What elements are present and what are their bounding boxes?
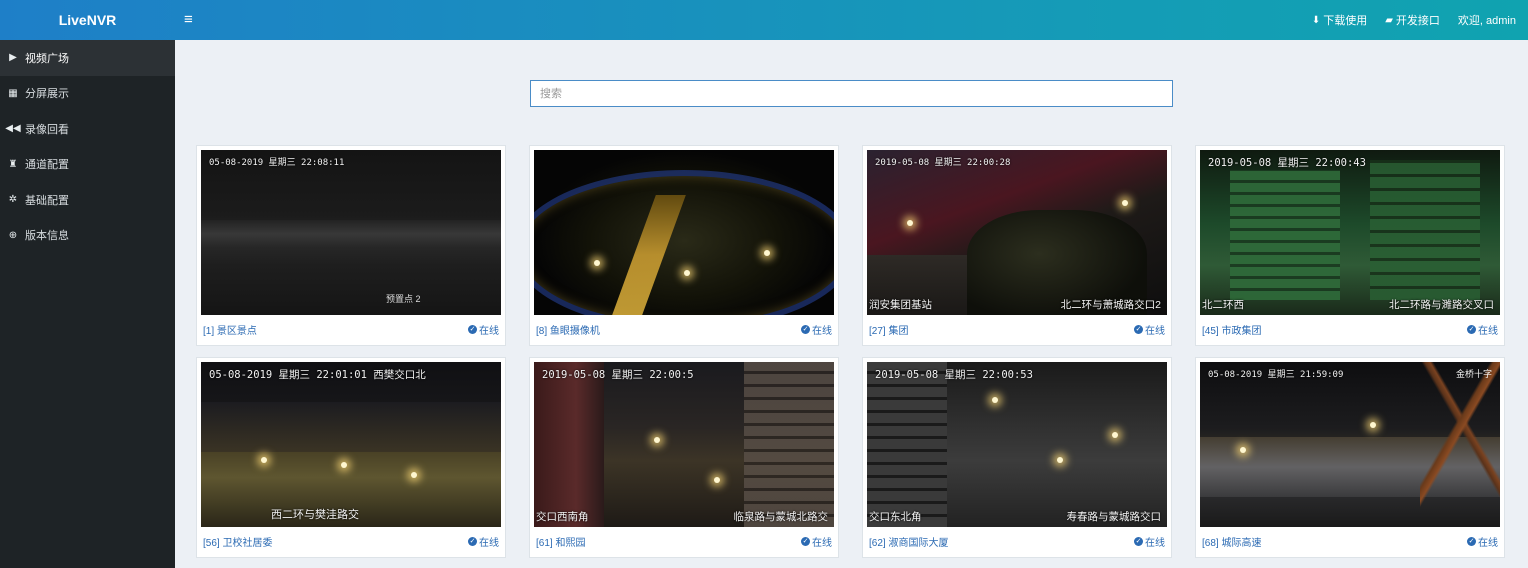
camera-card[interactable]: 2019-05-08 星期三 22:00:5 交口西南角 临泉路与蒙城北路交 [… <box>529 357 839 558</box>
status-badge: ✓ 在线 <box>801 322 832 337</box>
app-logo[interactable]: LiveNVR <box>0 0 175 40</box>
top-right-nav: ⬇ 下载使用 ▰ 开发接口 欢迎, admin <box>1312 0 1516 40</box>
camera-name[interactable]: [62] 淑商国际大厦 <box>869 534 948 549</box>
osd-location-right: 北二环路与濉路交叉口 <box>1389 299 1494 311</box>
video-thumbnail[interactable]: 2019-05-08 星期三 22:00:53 交口东北角 寿春路与蒙城路交口 <box>867 362 1167 527</box>
osd-location-left: 交口东北角 <box>869 511 922 523</box>
status-badge: ✓ 在线 <box>1467 322 1498 337</box>
user-menu[interactable]: 欢迎, admin <box>1458 12 1516 28</box>
status-label: 在线 <box>1145 537 1165 549</box>
osd-location-left: 北二环西 <box>1202 299 1244 311</box>
sidebar-item-split-screen[interactable]: ▦ 分屏展示 <box>0 76 175 112</box>
video-thumbnail[interactable]: 2019-05-08 星期三 22:00:43 北二环西 北二环路与濉路交叉口 <box>1200 150 1500 315</box>
book-icon: ▰ <box>1385 14 1393 26</box>
sidebar-item-basic-config[interactable]: ✲ 基础配置 <box>0 182 175 218</box>
osd-timestamp: 2019-05-08 星期三 22:00:53 <box>875 369 1033 381</box>
sidebar-item-label: 基础配置 <box>25 194 69 207</box>
status-badge: ✓ 在线 <box>468 534 499 549</box>
sidebar-item-video-square[interactable]: ▶ 视频广场 <box>0 40 175 76</box>
sidebar-item-label: 视频广场 <box>25 52 69 65</box>
sitemap-icon: ♜ <box>8 158 18 170</box>
osd-preset: 预置点 2 <box>386 294 421 304</box>
osd-timestamp: 05-08-2019 星期三 22:01:01 西樊交口北 <box>209 369 426 381</box>
rewind-icon: ◀◀ <box>5 123 21 135</box>
camera-name[interactable]: [45] 市政集团 <box>1202 322 1261 337</box>
osd-location-right: 北二环与萧城路交口2 <box>1060 299 1161 311</box>
osd-location-right: 临泉路与蒙城北路交 <box>733 511 829 523</box>
check-circle-icon: ✓ <box>1134 536 1143 546</box>
status-label: 在线 <box>1478 325 1498 337</box>
status-label: 在线 <box>1145 325 1165 337</box>
check-circle-icon: ✓ <box>1467 536 1476 546</box>
download-icon: ⬇ <box>1311 14 1321 26</box>
osd-location-bottom: 西二环与樊洼路交 <box>271 509 359 521</box>
status-label: 在线 <box>1478 537 1498 549</box>
check-circle-icon: ✓ <box>468 536 477 546</box>
gear-icon: ✲ <box>8 194 18 206</box>
check-circle-icon: ✓ <box>1467 324 1476 334</box>
osd-location-right: 寿春路与蒙城路交口 <box>1066 511 1162 523</box>
camera-card[interactable]: 05-08-2019 星期三 21:59:09 金桥十字 [68] 城际高速 ✓… <box>1195 357 1505 558</box>
osd-location-left: 交口西南角 <box>536 511 589 523</box>
camera-card[interactable]: 05-08-2019 星期三 22:01:01 西樊交口北 西二环与樊洼路交 [… <box>196 357 506 558</box>
osd-timestamp: 2019-05-08 星期三 22:00:5 <box>542 369 694 381</box>
osd-timestamp: 05-08-2019 星期三 21:59:09 <box>1208 370 1344 380</box>
video-thumbnail[interactable]: 2019-05-08 星期三 22:00:5 交口西南角 临泉路与蒙城北路交 <box>534 362 834 527</box>
camera-card[interactable]: [8] 鱼眼摄像机 ✓ 在线 <box>529 145 839 346</box>
camera-name[interactable]: [27] 集团 <box>869 322 908 337</box>
status-badge: ✓ 在线 <box>1467 534 1498 549</box>
sidebar-item-label: 录像回看 <box>25 123 69 136</box>
osd-timestamp: 05-08-2019 星期三 22:08:11 <box>209 158 345 168</box>
check-circle-icon: ✓ <box>801 324 810 334</box>
camera-card[interactable]: 2019-05-08 星期三 22:00:53 交口东北角 寿春路与蒙城路交口 … <box>862 357 1172 558</box>
camera-card[interactable]: 2019-05-08 星期三 22:00:43 北二环西 北二环路与濉路交叉口 … <box>1195 145 1505 346</box>
osd-timestamp: 2019-05-08 星期三 22:00:28 <box>875 158 1011 168</box>
sidebar-item-label: 通道配置 <box>25 159 69 172</box>
osd-timestamp: 2019-05-08 星期三 22:00:43 <box>1208 157 1366 169</box>
camera-card[interactable]: 05-08-2019 星期三 22:08:11 预置点 2 [1] 景区景点 ✓… <box>196 145 506 346</box>
search-input[interactable] <box>530 80 1173 107</box>
camera-grid: 05-08-2019 星期三 22:08:11 预置点 2 [1] 景区景点 ✓… <box>196 145 1509 558</box>
sidebar-item-channel-config[interactable]: ♜ 通道配置 <box>0 147 175 183</box>
video-thumbnail[interactable]: 05-08-2019 星期三 21:59:09 金桥十字 <box>1200 362 1500 527</box>
status-label: 在线 <box>812 325 832 337</box>
status-badge: ✓ 在线 <box>468 322 499 337</box>
video-thumbnail[interactable] <box>534 150 834 315</box>
sidebar-item-label: 分屏展示 <box>25 88 69 101</box>
sidebar-item-playback[interactable]: ◀◀ 录像回看 <box>0 111 175 147</box>
status-badge: ✓ 在线 <box>1134 322 1165 337</box>
grid-icon: ▦ <box>8 87 18 99</box>
camera-name[interactable]: [61] 和熙园 <box>536 534 585 549</box>
top-navbar: LiveNVR ≡ ⬇ 下载使用 ▰ 开发接口 欢迎, admin <box>0 0 1528 40</box>
check-circle-icon: ✓ <box>801 536 810 546</box>
status-label: 在线 <box>812 537 832 549</box>
status-badge: ✓ 在线 <box>801 534 832 549</box>
osd-location-left: 润安集团基站 <box>869 299 932 311</box>
play-icon: ▶ <box>9 52 17 64</box>
camera-name[interactable]: [56] 卫校社居委 <box>203 534 272 549</box>
status-badge: ✓ 在线 <box>1134 534 1165 549</box>
video-thumbnail[interactable]: 2019-05-08 星期三 22:00:28 润安集团基站 北二环与萧城路交口… <box>867 150 1167 315</box>
check-circle-icon: ✓ <box>468 324 477 334</box>
camera-name[interactable]: [8] 鱼眼摄像机 <box>536 322 600 337</box>
status-label: 在线 <box>479 537 499 549</box>
download-link-label: 下载使用 <box>1323 15 1368 27</box>
hamburger-icon[interactable]: ≡ <box>184 0 193 40</box>
sidebar: ▶ 视频广场 ▦ 分屏展示 ◀◀ 录像回看 ♜ 通道配置 ✲ 基础配置 ⊕ 版本… <box>0 40 175 568</box>
video-thumbnail[interactable]: 05-08-2019 星期三 22:08:11 预置点 2 <box>201 150 501 315</box>
status-label: 在线 <box>479 325 499 337</box>
sidebar-item-version-info[interactable]: ⊕ 版本信息 <box>0 218 175 254</box>
camera-name[interactable]: [1] 景区景点 <box>203 322 257 337</box>
globe-icon: ⊕ <box>8 229 18 241</box>
api-docs-link-label: 开发接口 <box>1395 15 1440 27</box>
check-circle-icon: ✓ <box>1134 324 1143 334</box>
camera-card[interactable]: 2019-05-08 星期三 22:00:28 润安集团基站 北二环与萧城路交口… <box>862 145 1172 346</box>
osd-location-right: 金桥十字 <box>1455 369 1492 379</box>
sidebar-item-label: 版本信息 <box>25 230 69 243</box>
camera-name[interactable]: [68] 城际高速 <box>1202 534 1261 549</box>
api-docs-link[interactable]: ▰ 开发接口 <box>1385 12 1440 28</box>
download-link[interactable]: ⬇ 下载使用 <box>1312 12 1367 28</box>
video-thumbnail[interactable]: 05-08-2019 星期三 22:01:01 西樊交口北 西二环与樊洼路交 <box>201 362 501 527</box>
